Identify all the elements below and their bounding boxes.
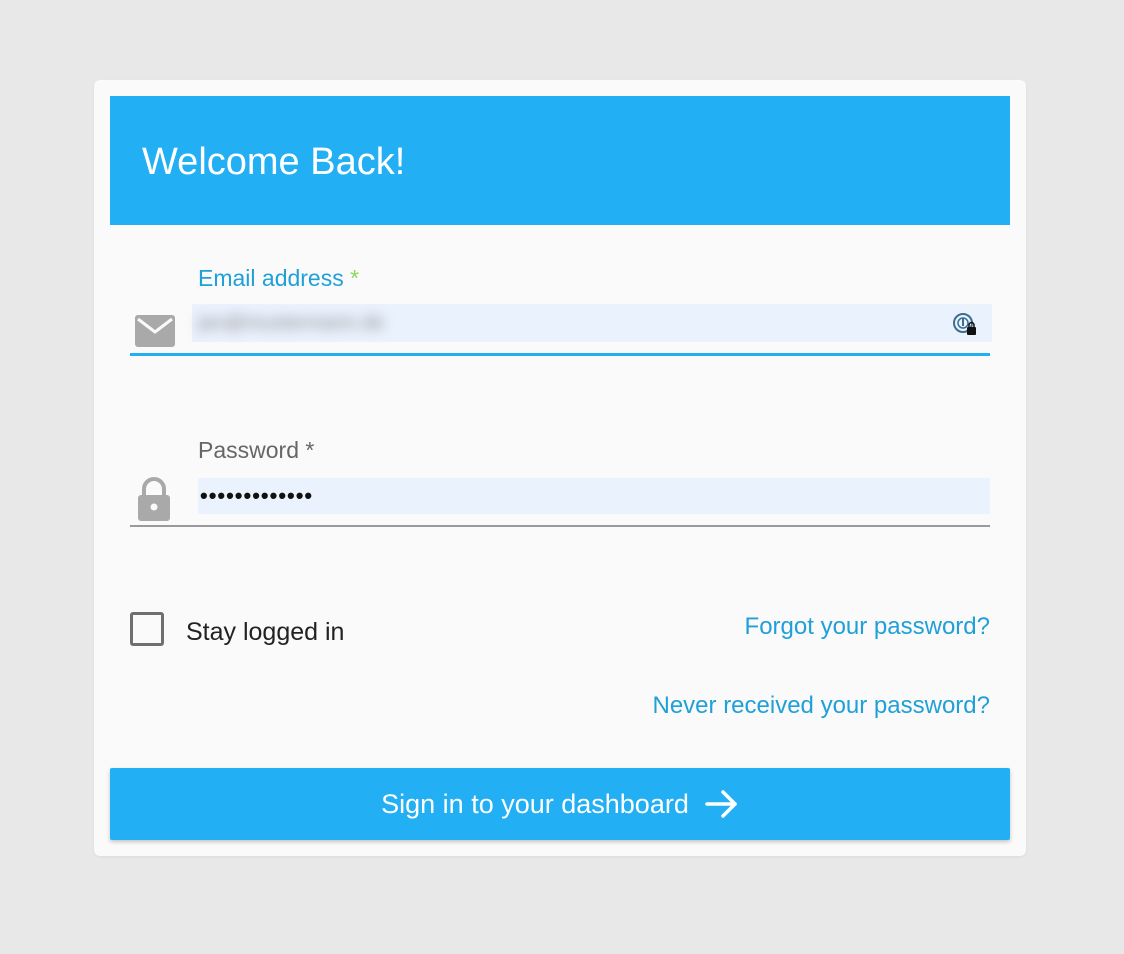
forgot-password-link[interactable]: Forgot your password? — [745, 612, 990, 642]
email-label: Email address * — [198, 264, 359, 292]
stay-logged-in-checkbox[interactable] — [130, 612, 164, 646]
stay-logged-in-label[interactable]: Stay logged in — [186, 617, 344, 647]
arrow-right-icon — [705, 789, 739, 819]
password-underline — [130, 525, 990, 527]
email-input[interactable]: jan@mustermann.de — [192, 304, 992, 342]
login-card: Welcome Back! Email address * jan@muster… — [94, 80, 1026, 856]
email-value: jan@mustermann.de — [198, 312, 384, 334]
password-input[interactable]: ••••••••••••• — [198, 478, 990, 514]
password-label: Password * — [198, 437, 315, 463]
password-value: ••••••••••••• — [200, 483, 314, 508]
card-header: Welcome Back! — [110, 96, 1010, 225]
sign-in-button-label: Sign in to your dashboard — [381, 788, 689, 819]
sign-in-button[interactable]: Sign in to your dashboard — [110, 768, 1010, 840]
never-received-password-link[interactable]: Never received your password? — [653, 691, 991, 721]
page-title: Welcome Back! — [142, 141, 406, 183]
lock-icon — [136, 476, 172, 527]
email-label-text: Email address — [198, 265, 344, 291]
required-marker: * — [350, 265, 360, 291]
email-underline — [130, 353, 990, 356]
mail-icon — [134, 314, 176, 353]
password-manager-icon[interactable] — [952, 312, 978, 343]
